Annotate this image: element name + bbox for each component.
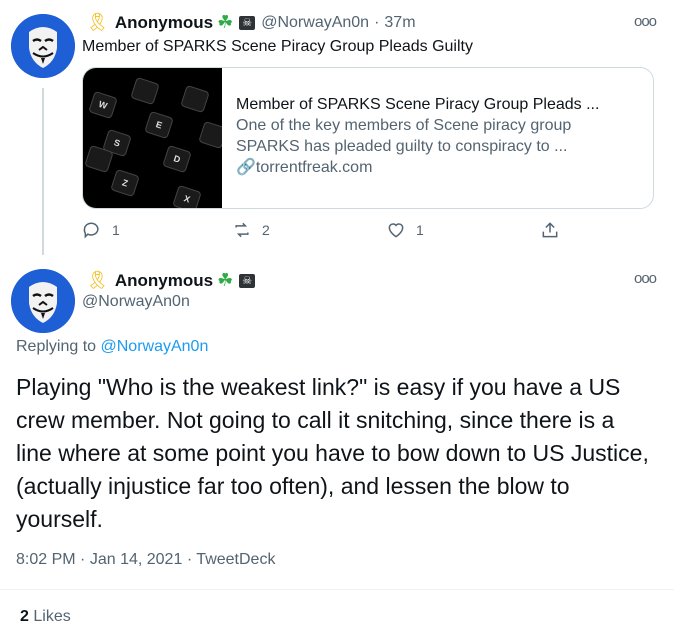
card-title: Member of SPARKS Scene Piracy Group Plea… (236, 96, 600, 113)
retweet-action[interactable]: 2 (232, 220, 270, 240)
likes-stat[interactable]: 2 Likes (20, 608, 71, 626)
card-image-key: E (144, 110, 174, 140)
tweet-time[interactable]: 8:02 PM (16, 551, 76, 568)
replying-label: Replying to (16, 338, 97, 355)
separator-dot: · (374, 13, 380, 31)
pirate-flag-icon: ☠ (239, 15, 256, 30)
card-image-key: X (172, 184, 202, 208)
reply-action[interactable]: 1 (82, 220, 120, 240)
card-image-key (198, 120, 222, 150)
link-icon: 🔗 (236, 159, 256, 176)
ribbon-icon: 🎗 (86, 270, 109, 290)
like-action[interactable]: 1 (386, 220, 424, 240)
ribbon-icon: 🎗 (86, 12, 109, 32)
avatar[interactable] (11, 269, 75, 333)
card-domain: torrentfreak.com (255, 159, 373, 176)
separator-dot: · (80, 551, 90, 568)
reply-count: 1 (112, 222, 120, 238)
clover-icon: ☘ (217, 270, 234, 290)
timestamp[interactable]: 37m (384, 14, 415, 32)
link-card[interactable]: W E S D Z X Member of SPARKS Scene Pirac… (82, 67, 654, 209)
guy-fawkes-mask-icon (11, 14, 75, 78)
card-image-key: Z (110, 168, 140, 198)
card-image-key: W (88, 90, 118, 120)
replying-to-link[interactable]: @NorwayAn0n (101, 338, 209, 355)
replying-to: Replying to @NorwayAn0n (16, 338, 208, 356)
card-image: W E S D Z X (83, 68, 222, 208)
reply-icon (83, 222, 99, 239)
share-action[interactable] (540, 220, 560, 240)
guy-fawkes-mask-icon (11, 269, 75, 333)
more-icon[interactable]: ooo (634, 13, 657, 30)
display-name[interactable]: Anonymous (115, 271, 213, 291)
share-icon (542, 222, 558, 238)
retweet-count: 2 (262, 222, 270, 238)
like-count: 1 (416, 222, 424, 238)
card-image-key (130, 76, 160, 106)
heart-icon (388, 223, 404, 238)
handle[interactable]: @NorwayAn0n (261, 14, 369, 32)
thread-line (42, 88, 44, 255)
tweet-source[interactable]: TweetDeck (196, 551, 275, 568)
tweet-text: Member of SPARKS Scene Piracy Group Plea… (82, 38, 473, 55)
card-image-key (180, 84, 210, 114)
card-description: One of the key members of Scene piracy g… (236, 117, 572, 155)
likes-count: 2 (20, 608, 29, 625)
card-image-key: D (162, 144, 192, 174)
tweet-text: Playing "Who is the weakest link?" is ea… (16, 374, 649, 532)
separator-dot: · (186, 551, 197, 568)
parent-author-row: 🎗 Anonymous ☘ ☠ @NorwayAn0n · 37m (86, 12, 416, 33)
tweet-meta: 8:02 PM · Jan 14, 2021 · TweetDeck (16, 551, 275, 569)
card-body: Member of SPARKS Scene Piracy Group Plea… (222, 68, 631, 208)
more-icon[interactable]: ooo (634, 270, 657, 287)
card-domain-row: 🔗torrentfreak.com (236, 157, 631, 178)
clover-icon: ☘ (217, 12, 234, 32)
divider (0, 589, 674, 590)
display-name[interactable]: Anonymous (115, 13, 213, 33)
tweet-date[interactable]: Jan 14, 2021 (90, 551, 183, 568)
avatar[interactable] (11, 14, 75, 78)
main-author-row: 🎗 Anonymous ☘ ☠ (86, 270, 256, 291)
handle[interactable]: @NorwayAn0n (82, 293, 190, 311)
retweet-icon (235, 222, 249, 238)
likes-label: Likes (33, 608, 71, 625)
pirate-flag-icon: ☠ (239, 273, 256, 288)
